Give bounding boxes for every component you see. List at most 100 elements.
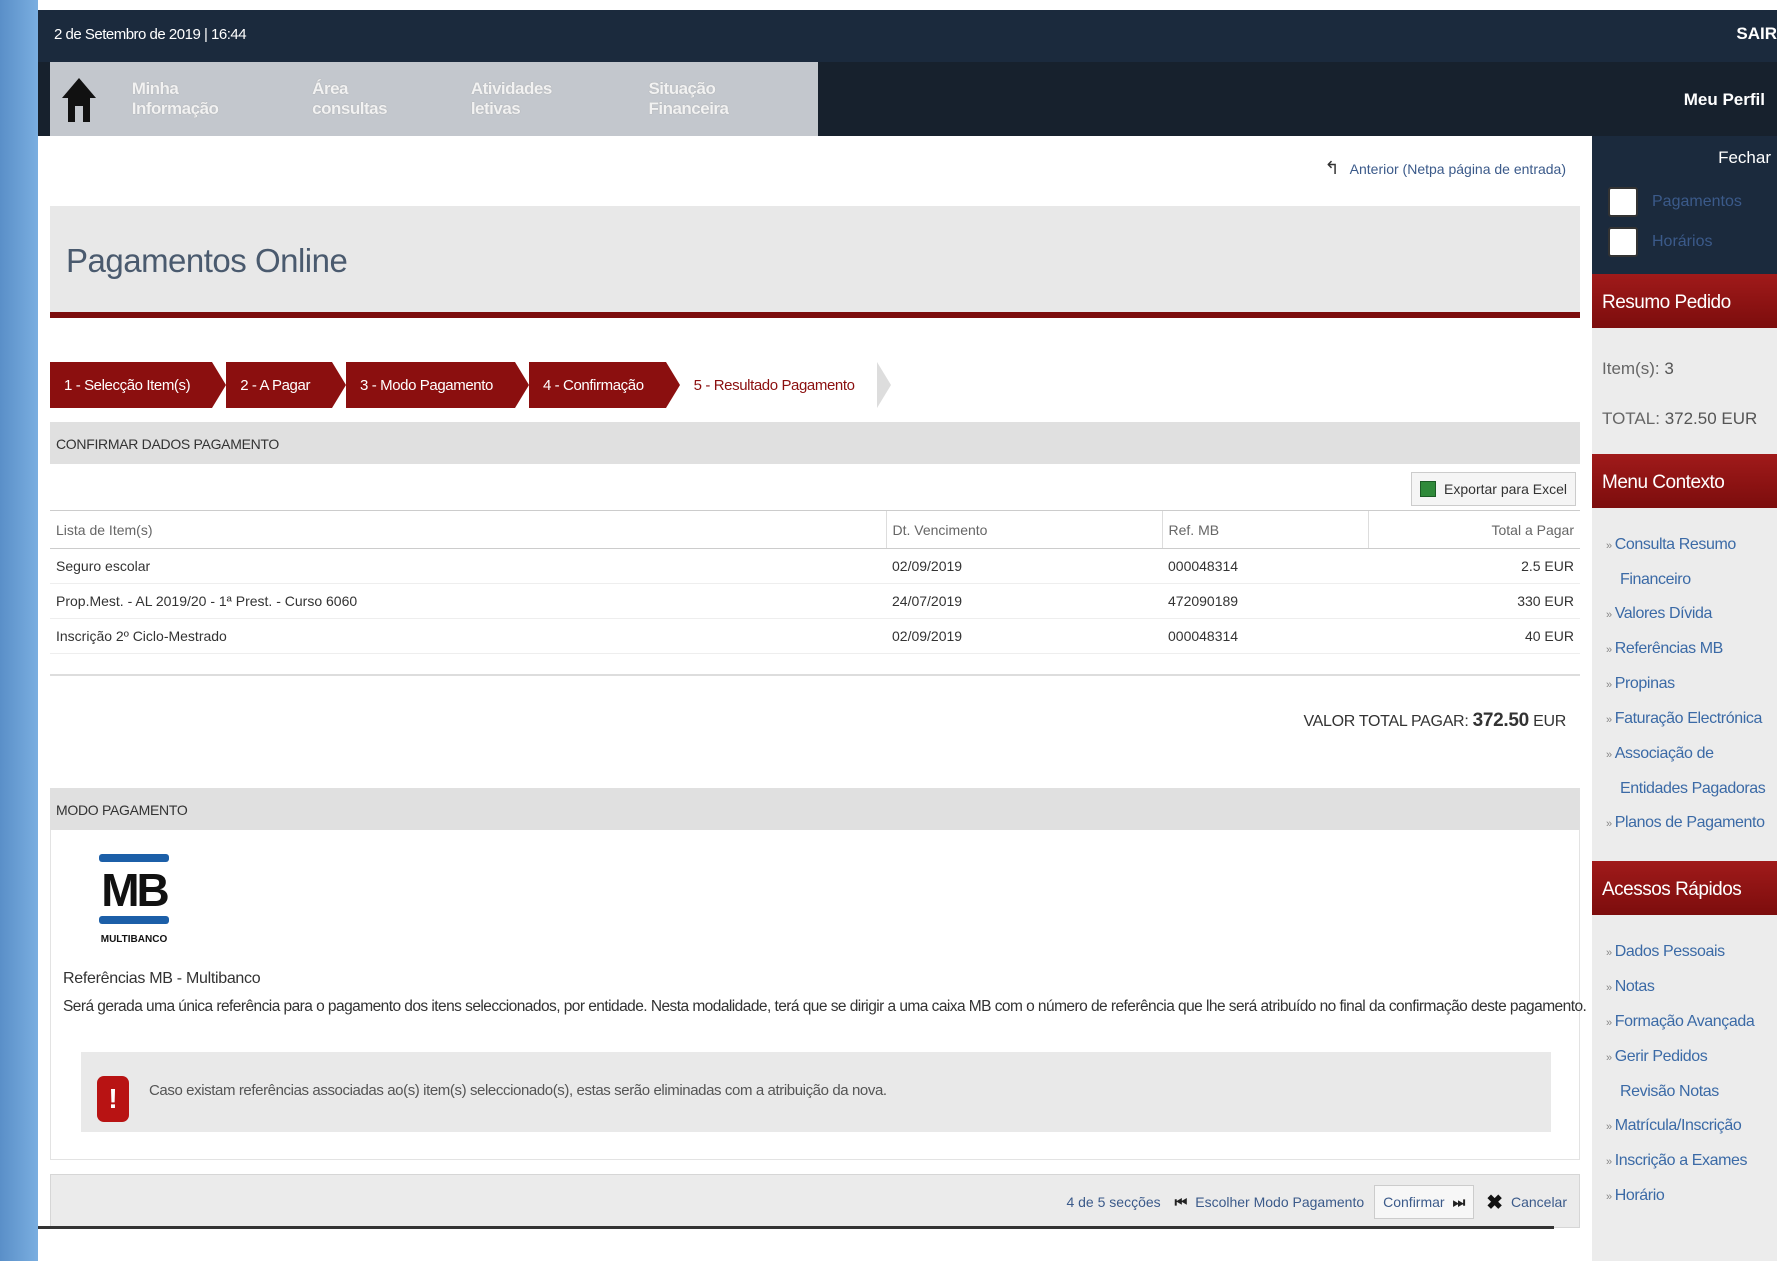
cancel-button[interactable]: ✖ Cancelar <box>1486 1190 1567 1215</box>
cell-total: 2.5 EUR <box>1368 548 1580 584</box>
sidebar-close[interactable]: Fechar <box>1592 136 1777 178</box>
context-menu-title: Menu Contexto <box>1592 454 1777 508</box>
skip-forward-icon: ⏭ <box>1452 1193 1466 1210</box>
cell-total: 330 EUR <box>1368 583 1580 619</box>
summary-panel-title: Resumo Pedido <box>1592 274 1777 328</box>
page-title-box: Pagamentos Online <box>50 206 1580 318</box>
multibanco-logo: MB MULTIBANCO <box>91 850 177 950</box>
quick-link-dados-pessoais[interactable]: » Dados Pessoais <box>1606 935 1773 970</box>
column-header-ref-mb[interactable]: Ref. MB <box>1161 510 1368 549</box>
total-amount: 372.50 <box>1472 710 1530 731</box>
quick-link-horario[interactable]: » Horário <box>1606 1179 1773 1214</box>
table-row: Inscrição 2º Ciclo-Mestrado 02/09/2019 0… <box>50 618 1580 654</box>
confirm-label: Confirmar <box>1383 1194 1445 1210</box>
cell-ref-mb: 000048314 <box>1162 618 1368 654</box>
step-3[interactable]: 3 - Modo Pagamento <box>346 362 529 408</box>
home-icon[interactable] <box>50 62 108 136</box>
column-header-due-date[interactable]: Dt. Vencimento <box>885 510 1162 549</box>
total-currency: EUR <box>1533 713 1566 730</box>
table-row: Prop.Mest. - AL 2019/20 - 1ª Prest. - Cu… <box>50 583 1580 619</box>
main-content: ↰ Anterior (Netpa página de entrada) Pag… <box>50 136 1587 1261</box>
alert-icon: ! <box>97 1076 129 1122</box>
page-title: Pagamentos Online <box>66 242 348 279</box>
context-link-propinas[interactable]: » Propinas <box>1606 667 1773 702</box>
confirm-button[interactable]: Confirmar ⏭ <box>1374 1185 1475 1219</box>
order-summary: Item(s): 3 TOTAL: 372.50 EUR <box>1592 328 1777 454</box>
calendar-icon <box>1608 227 1638 257</box>
quick-link-inscricao-exames[interactable]: » Inscrição a Exames <box>1606 1144 1773 1179</box>
logout-link[interactable]: SAIR <box>1736 24 1777 44</box>
payments-icon <box>1608 187 1638 217</box>
profile-link[interactable]: Meu Perfil <box>1684 90 1765 110</box>
column-header-items[interactable]: Lista de Item(s) <box>50 510 886 549</box>
summary-total: TOTAL: 372.50 EUR <box>1602 394 1767 444</box>
nav-item-situacao-financeira[interactable]: Situação Financeira <box>624 79 818 119</box>
context-menu-links: » Consulta Resumo Financeiro » Valores Dívi… <box>1592 508 1777 861</box>
nav-item-area-consultas[interactable]: Área consultas <box>288 79 447 119</box>
payment-method-box: MB MULTIBANCO Referências MB - Multibanc… <box>50 830 1587 1160</box>
alert-text: Caso existam referências associadas ao(s… <box>149 1082 887 1099</box>
previous-step-label: Escolher Modo Pagamento <box>1195 1194 1365 1210</box>
previous-step-button[interactable]: ⏮ Escolher Modo Pagamento <box>1175 1194 1364 1211</box>
alert-box: ! Caso existam referências associadas ao… <box>81 1052 1551 1132</box>
cell-due-date: 02/09/2019 <box>886 618 1162 654</box>
summary-total-label: TOTAL: <box>1602 409 1660 428</box>
cell-total: 40 EUR <box>1368 618 1580 654</box>
export-excel-label: Exportar para Excel <box>1444 481 1567 497</box>
table-row: Seguro escolar 02/09/2019 000048314 2.5 … <box>50 548 1580 584</box>
context-link-consulta-resumo[interactable]: » Consulta Resumo Financeiro <box>1606 528 1773 597</box>
context-link-faturacao[interactable]: » Faturação Electrónica <box>1606 702 1773 737</box>
context-link-planos-pagamento[interactable]: » Planos de Pagamento <box>1606 806 1773 841</box>
current-date: 2 de Setembro de 2019 | 16:44 <box>54 26 247 43</box>
payment-method-description: Será gerada uma única referência para o … <box>63 998 1587 1015</box>
cell-ref-mb: 472090189 <box>1162 583 1368 619</box>
nav-item-atividades-letivas[interactable]: Atividades letivas <box>447 79 625 119</box>
step-4[interactable]: 4 - Confirmação <box>528 362 680 408</box>
payment-method-name: Referências MB - Multibanco <box>63 970 261 987</box>
quick-link-matricula[interactable]: » Matrícula/Inscrição <box>1606 1109 1773 1144</box>
sidebar-shortcuts: Pagamentos Horários <box>1592 178 1777 274</box>
cell-item: Prop.Mest. - AL 2019/20 - 1ª Prest. - Cu… <box>50 583 886 619</box>
window-frame-left <box>0 0 38 1261</box>
quick-access-links: » Dados Pessoais » Notas » Formação Avançad… <box>1592 915 1777 1234</box>
window-bottom-edge <box>38 1226 1554 1229</box>
skip-back-icon: ⏮ <box>1174 1193 1188 1210</box>
context-link-referencias-mb[interactable]: » Referências MB <box>1606 632 1773 667</box>
close-icon: ✖ <box>1486 1191 1503 1214</box>
total-to-pay: VALOR TOTAL PAGAR: 372.50 EUR <box>1303 710 1566 732</box>
nav-menu: Minha Informação Área consultas Atividad… <box>50 62 818 136</box>
total-label: VALOR TOTAL PAGAR: <box>1303 713 1469 730</box>
summary-total-value: 372.50 EUR <box>1664 409 1758 428</box>
shortcut-horarios[interactable]: Horários <box>1608 222 1777 262</box>
nav-item-minha-informacao[interactable]: Minha Informação <box>108 79 288 119</box>
payment-section-header: MODO PAGAMENTO <box>50 788 1580 830</box>
shortcut-pagamentos-label: Pagamentos <box>1652 193 1742 210</box>
back-link[interactable]: ↰ Anterior (Netpa página de entrada) <box>1325 158 1566 179</box>
quick-link-notas[interactable]: » Notas <box>1606 970 1773 1005</box>
main-nav: Minha Informação Área consultas Atividad… <box>38 62 1777 136</box>
cell-due-date: 24/07/2019 <box>886 583 1162 619</box>
quick-link-formacao-avancada[interactable]: » Formação Avançada <box>1606 1005 1773 1040</box>
section-counter: 4 de 5 secções <box>1066 1194 1161 1210</box>
cancel-label: Cancelar <box>1510 1194 1567 1210</box>
confirm-section-header: CONFIRMAR DADOS PAGAMENTO <box>50 422 1580 464</box>
table-header-row: Lista de Item(s) Dt. Vencimento Ref. MB … <box>50 510 1580 549</box>
step-1[interactable]: 1 - Selecção Item(s) <box>50 362 227 408</box>
context-link-associacao[interactable]: » Associação de Entidades Pagadoras <box>1606 737 1773 806</box>
svg-text:MULTIBANCO: MULTIBANCO <box>101 934 168 945</box>
summary-items-count: 3 <box>1664 359 1674 378</box>
total-row: VALOR TOTAL PAGAR: 372.50 EUR <box>50 674 1580 762</box>
context-link-valores-divida[interactable]: » Valores Dívida <box>1606 597 1773 632</box>
top-bar: 2 de Setembro de 2019 | 16:44 SAIR <box>38 10 1777 62</box>
wizard-footer: 4 de 5 secções ⏮ Escolher Modo Pagamento… <box>50 1174 1580 1228</box>
cell-due-date: 02/09/2019 <box>886 548 1162 584</box>
export-excel-button[interactable]: Exportar para Excel <box>1411 472 1576 506</box>
shortcut-pagamentos[interactable]: Pagamentos <box>1608 182 1777 222</box>
svg-text:MB: MB <box>101 864 168 916</box>
quick-access-title: Acessos Rápidos <box>1592 861 1777 915</box>
wizard-steps: 1 - Selecção Item(s) 2 - A Pagar 3 - Mod… <box>50 362 891 408</box>
back-arrow-icon: ↰ <box>1324 158 1340 178</box>
quick-link-gerir-pedidos[interactable]: » Gerir Pedidos Revisão Notas <box>1606 1040 1773 1109</box>
column-header-total[interactable]: Total a Pagar <box>1367 510 1580 549</box>
step-2[interactable]: 2 - A Pagar <box>226 362 346 408</box>
